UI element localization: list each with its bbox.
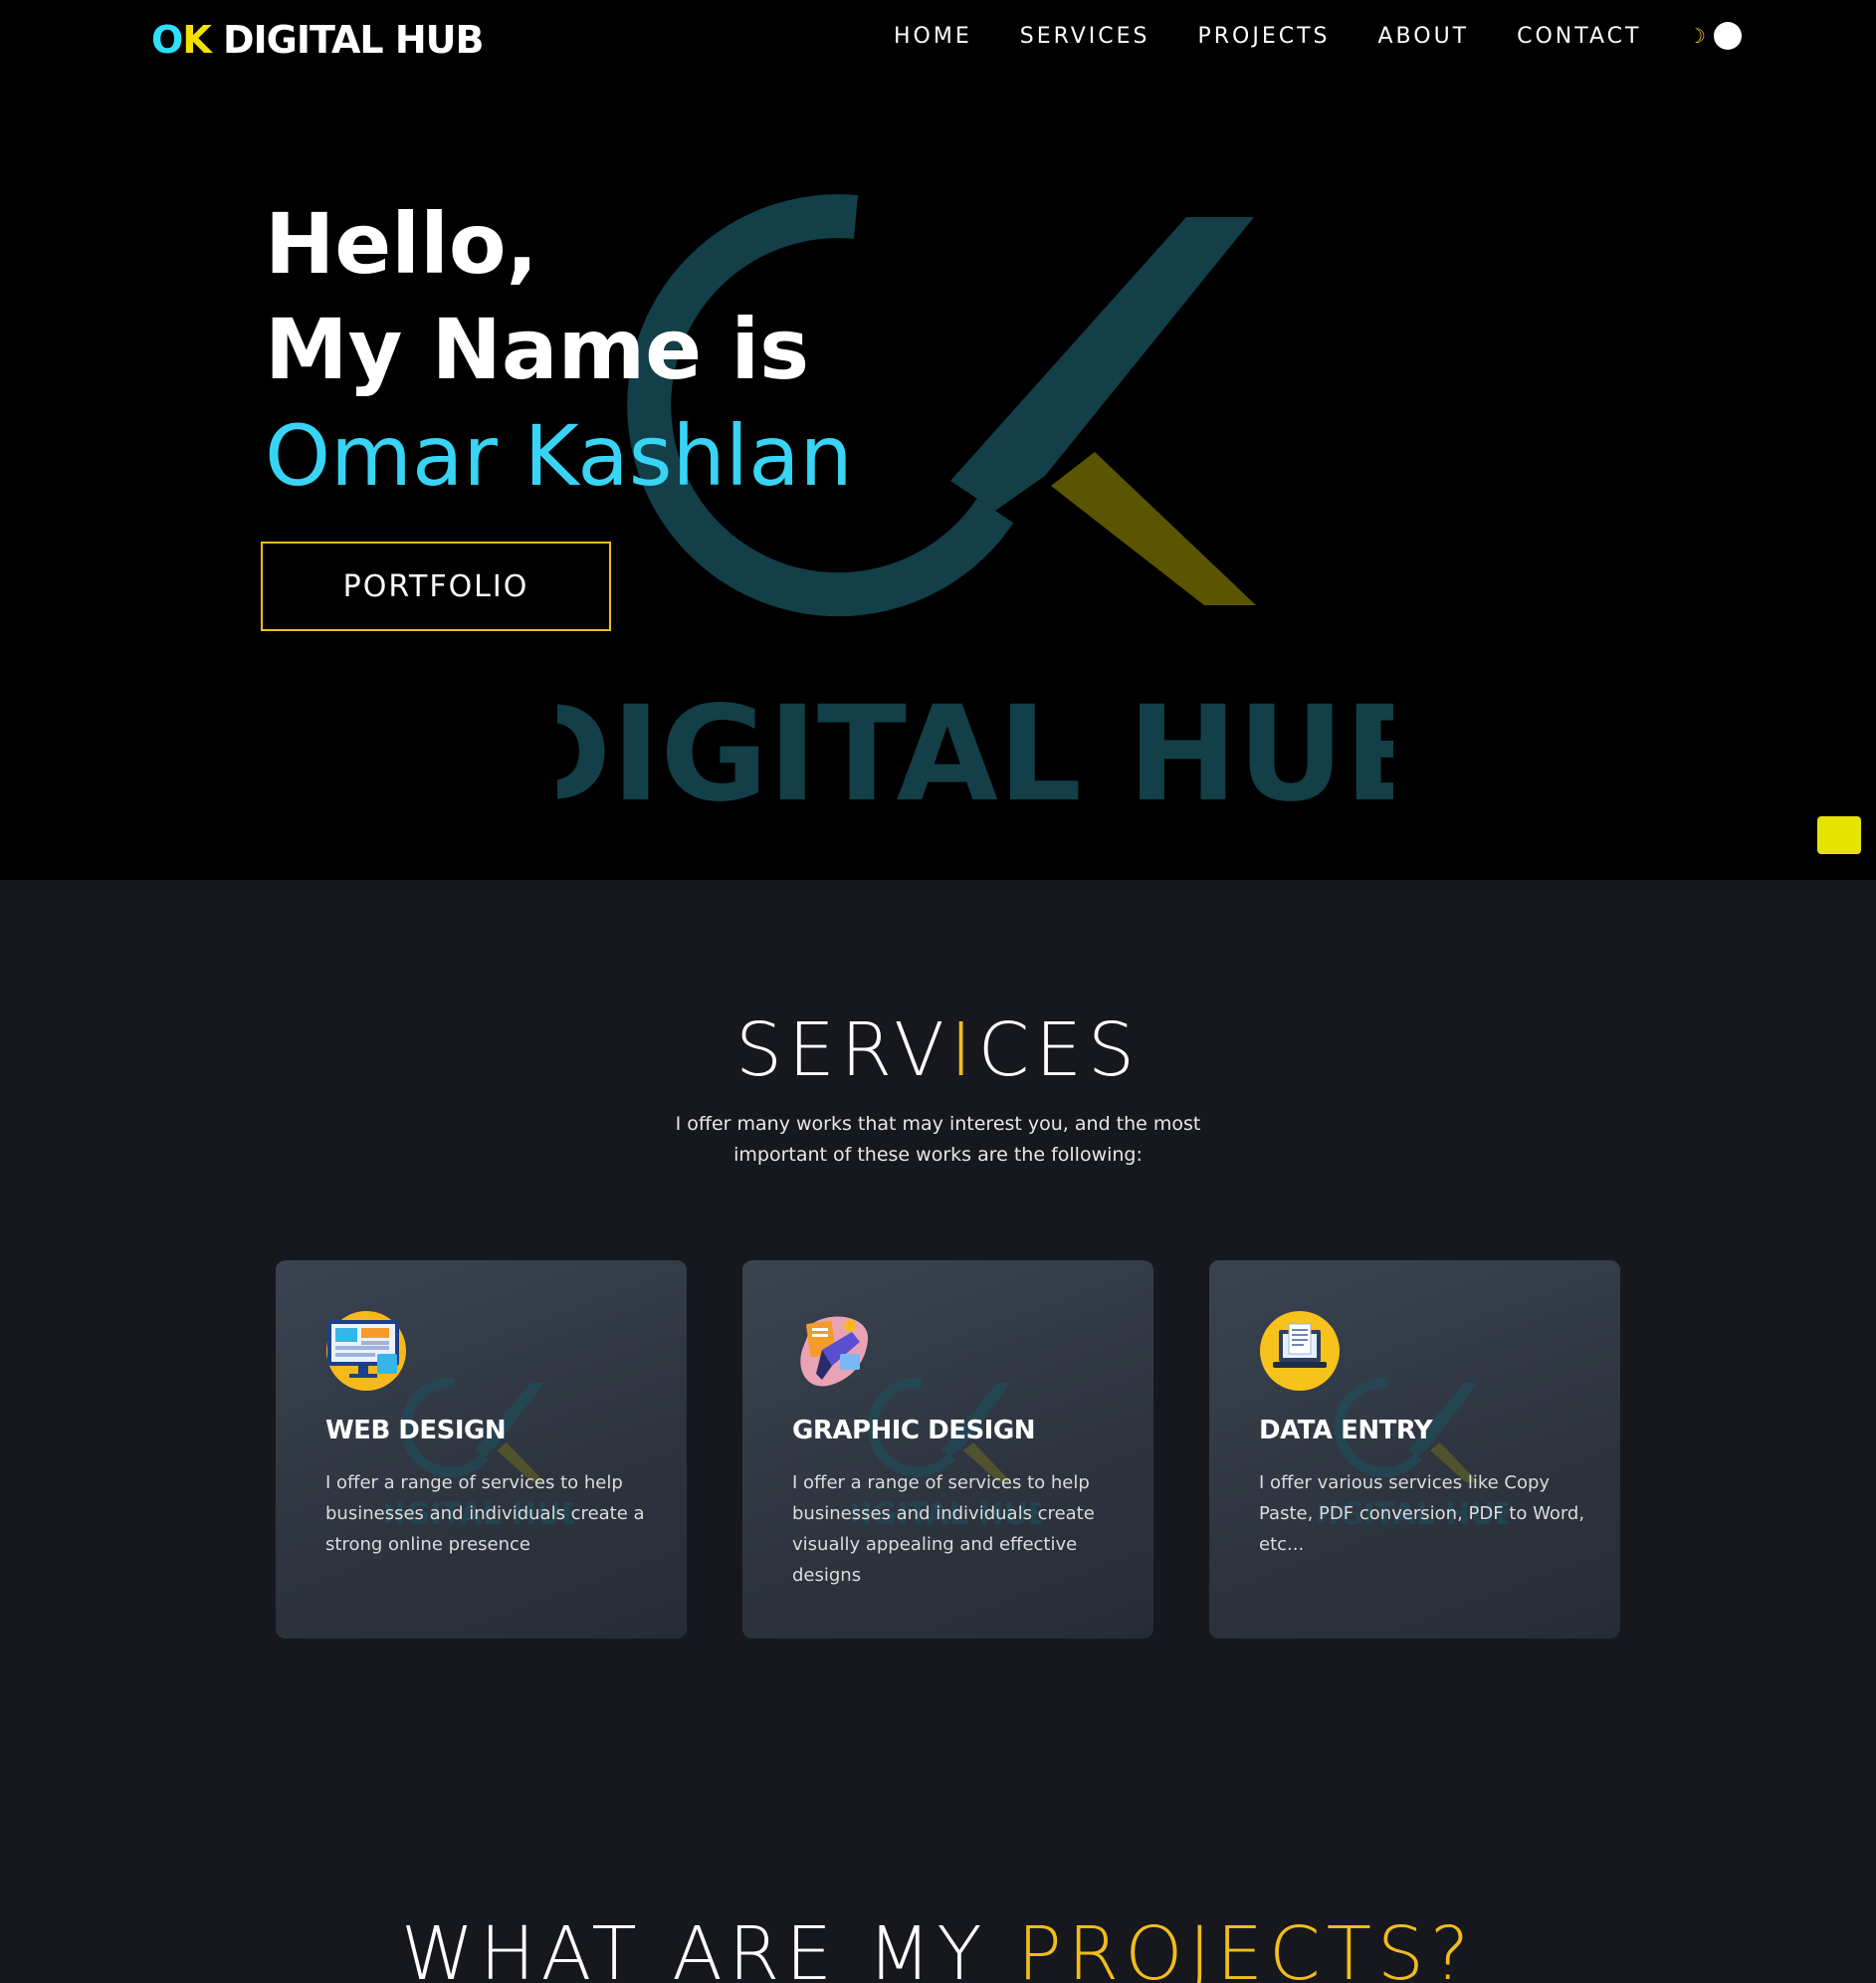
card-title: DATA ENTRY	[1259, 1416, 1433, 1445]
nav-about[interactable]: ABOUT	[1378, 24, 1470, 49]
data-entry-icon	[1260, 1311, 1340, 1391]
card-description: I offer a range of services to help busi…	[325, 1472, 645, 1555]
hero-intro: My Name is	[265, 301, 810, 398]
graphic-design-icon	[800, 1316, 869, 1387]
projects-title: WHAT ARE MY PROJECTS?	[400, 1911, 1476, 1983]
nav-services[interactable]: SERVICES	[1020, 24, 1150, 49]
nav-contact[interactable]: CONTACT	[1517, 24, 1641, 49]
web-design-icon	[326, 1311, 406, 1391]
hero-heading: Hello, My Name is Omar Kashlan	[265, 191, 853, 510]
nav-links: HOME SERVICES PROJECTS ABOUT CONTACT	[894, 24, 1689, 49]
service-card-graphic-design[interactable]: DIGITAL HUB GRAPHIC DESIGN I offer a ran…	[742, 1260, 1153, 1639]
brand-text: DIGITAL HUB	[210, 18, 484, 62]
hero-name: Omar Kashlan	[265, 407, 853, 505]
scroll-to-top-button[interactable]	[1817, 816, 1861, 854]
hero-section: DIGITAL HUB Hello, My Name is Omar Kashl…	[0, 78, 1876, 880]
theme-toggle[interactable]: ☽	[1688, 22, 1742, 50]
services-subtitle: I offer many works that may interest you…	[675, 1113, 1201, 1166]
toggle-knob	[1714, 22, 1742, 50]
nav-home[interactable]: HOME	[894, 24, 972, 49]
nav-projects[interactable]: PROJECTS	[1197, 24, 1330, 49]
services-title: SERVICES	[735, 1007, 1141, 1093]
brand-o: O	[151, 18, 183, 62]
brand-k: K	[182, 18, 211, 62]
hero-greeting: Hello,	[265, 195, 538, 293]
brand-logo[interactable]: OK DIGITAL HUB	[151, 18, 484, 62]
card-description: I offer a range of services to help busi…	[792, 1472, 1095, 1586]
card-title: WEB DESIGN	[325, 1416, 507, 1445]
top-navbar: OK DIGITAL HUB HOME SERVICES PROJECTS AB…	[0, 0, 1876, 78]
service-card-web-design[interactable]: DIGITAL HUB WEB DESIGN I offer a range o…	[276, 1260, 687, 1639]
service-card-data-entry[interactable]: DIGITAL HUB DATA ENTRY I offer various s…	[1209, 1260, 1620, 1639]
card-description: I offer various services like Copy Paste…	[1259, 1472, 1585, 1555]
card-title: GRAPHIC DESIGN	[792, 1416, 1035, 1445]
moon-icon: ☽	[1688, 24, 1706, 48]
watermark-text: DIGITAL HUB	[557, 678, 1393, 831]
portfolio-button[interactable]: PORTFOLIO	[261, 542, 611, 631]
services-section: SERVICES I offer many works that may int…	[0, 880, 1876, 1983]
